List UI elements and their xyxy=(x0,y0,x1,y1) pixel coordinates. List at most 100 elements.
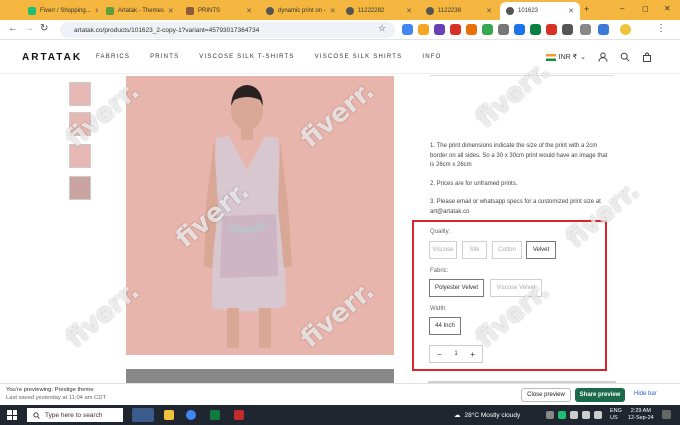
quantity-value[interactable]: 1 xyxy=(454,351,457,357)
clock[interactable]: 2:29 AM 12-Sep-24 xyxy=(628,408,654,422)
cloud-icon: ☁ xyxy=(454,412,461,419)
site-logo[interactable]: ARTATAK xyxy=(22,52,82,63)
product-thumbnail[interactable] xyxy=(69,112,91,136)
language-indicator[interactable]: ENG US xyxy=(610,408,622,422)
quality-option-viscose[interactable]: Viscose xyxy=(429,241,457,259)
weather-widget[interactable]: ☁ 28°C Mostly cloudy xyxy=(454,411,520,420)
extension-icon[interactable] xyxy=(402,24,413,35)
extension-icon[interactable] xyxy=(514,24,525,35)
sidebar-icon[interactable] xyxy=(598,24,609,35)
nav-prints[interactable]: PRINTS xyxy=(150,54,179,60)
forward-arrow-icon[interactable]: → xyxy=(24,23,34,34)
new-tab-button[interactable]: + xyxy=(584,4,589,14)
download-icon[interactable] xyxy=(580,24,591,35)
india-flag-icon xyxy=(545,53,556,61)
print-dimension-note: 1. The print dimensions indicate the siz… xyxy=(430,143,608,168)
globe-favicon-icon xyxy=(266,7,274,15)
tray-icon[interactable] xyxy=(594,411,602,419)
close-window-button[interactable]: ✕ xyxy=(664,4,671,13)
quality-option-velvet[interactable]: Velvet xyxy=(526,241,556,259)
close-icon[interactable]: ✕ xyxy=(95,7,98,15)
extension-icon[interactable] xyxy=(498,24,509,35)
close-icon[interactable]: ✕ xyxy=(246,7,252,15)
tab-dynamic-print[interactable]: dynamic print on - ✕ xyxy=(260,2,338,20)
currency-label: INR ₹ xyxy=(558,54,578,61)
width-option-44-inch[interactable]: 44 Inch xyxy=(429,317,461,335)
nav-fabrics[interactable]: FABRICS xyxy=(96,54,130,60)
user-icon[interactable] xyxy=(598,52,608,62)
extension-icon[interactable] xyxy=(530,24,541,35)
chrome-icon[interactable] xyxy=(186,410,196,420)
product-thumbnail[interactable] xyxy=(69,144,91,168)
product-thumbnail[interactable] xyxy=(69,82,91,106)
product-image[interactable] xyxy=(126,76,394,355)
share-preview-button[interactable]: Share preview xyxy=(575,388,625,402)
quality-option-silk[interactable]: Silk xyxy=(462,241,487,259)
region-text: US xyxy=(610,415,618,421)
tab-prints[interactable]: PRINTS ✕ xyxy=(180,2,258,20)
tab-fiverr[interactable]: Fiverr / Shopping... ✕ xyxy=(22,2,98,20)
profile-avatar[interactable] xyxy=(620,24,631,35)
fiverr-favicon-icon xyxy=(28,7,36,15)
fabric-option-polyester-velvet[interactable]: Polyester Velvet xyxy=(429,279,484,297)
tab-label: 11222282 xyxy=(358,8,385,14)
app-icon[interactable] xyxy=(234,410,244,420)
tray-icon[interactable] xyxy=(558,411,566,419)
address-bar[interactable]: artatak.co/products/101623_2-copy-1?vari… xyxy=(60,22,395,38)
file-explorer-icon[interactable] xyxy=(164,410,174,420)
tab-label: 1122238 xyxy=(438,8,461,14)
windows-start-icon[interactable] xyxy=(7,410,17,420)
page-favicon-icon xyxy=(186,7,194,15)
tray-icon[interactable] xyxy=(582,411,590,419)
extension-icon[interactable] xyxy=(466,24,477,35)
close-icon[interactable]: ✕ xyxy=(330,7,336,15)
quality-option-cotton[interactable]: Cotton xyxy=(492,241,522,259)
browser-toolbar: ← → ↻ artatak.co/products/101623_2-copy-… xyxy=(0,20,680,40)
back-arrow-icon[interactable]: ← xyxy=(8,23,18,34)
notification-icon[interactable] xyxy=(662,410,671,419)
app-icon[interactable] xyxy=(210,410,220,420)
reload-icon[interactable]: ↻ xyxy=(40,23,48,34)
taskbar-search-input[interactable]: Type here to search xyxy=(27,408,123,422)
globe-favicon-icon xyxy=(426,7,434,15)
close-icon[interactable]: ✕ xyxy=(486,7,492,15)
hide-bar-link[interactable]: Hide bar xyxy=(634,391,657,397)
extension-icon[interactable] xyxy=(450,24,461,35)
tray-icon[interactable] xyxy=(546,411,554,419)
close-preview-button[interactable]: Close preview xyxy=(521,388,571,402)
bag-icon[interactable] xyxy=(642,52,652,62)
browser-tab-bar: Fiverr / Shopping... ✕ Artatak - Themes … xyxy=(0,0,680,20)
tab-artatak-themes[interactable]: Artatak - Themes ✕ xyxy=(100,2,178,20)
puzzle-icon[interactable] xyxy=(562,24,573,35)
extension-icon[interactable] xyxy=(482,24,493,35)
close-icon[interactable]: ✕ xyxy=(406,7,412,15)
shopify-preview-bar: You're previewing: Prestige theme Last s… xyxy=(0,383,680,405)
minimize-button[interactable]: – xyxy=(620,4,624,13)
product-thumbnail[interactable] xyxy=(69,176,91,200)
tab-11222282[interactable]: 11222282 ✕ xyxy=(340,2,418,20)
minus-button[interactable]: − xyxy=(437,350,442,359)
maximize-button[interactable]: ◻ xyxy=(642,4,649,13)
quantity-stepper: − 1 + xyxy=(429,345,483,363)
currency-selector[interactable]: INR ₹ ⌄ xyxy=(545,53,586,61)
nav-viscose-silk-tshirts[interactable]: VISCOSE SILK T-SHIRTS xyxy=(199,54,294,60)
plus-button[interactable]: + xyxy=(470,350,475,359)
extension-icon[interactable] xyxy=(434,24,445,35)
close-icon[interactable]: ✕ xyxy=(568,7,574,15)
search-icon xyxy=(33,411,40,419)
url-text: artatak.co/products/101623_2-copy-1?vari… xyxy=(74,26,260,34)
news-widget-icon[interactable] xyxy=(132,408,154,422)
menu-kebab-icon[interactable]: ⋮ xyxy=(656,23,666,34)
nav-viscose-silk-shirts[interactable]: VISCOSE SILK SHIRTS xyxy=(315,54,403,60)
fabric-option-viscose-velvet[interactable]: Viscose Velvet xyxy=(490,279,542,297)
close-icon[interactable]: ✕ xyxy=(168,7,174,15)
search-icon[interactable] xyxy=(620,52,630,62)
extension-icon[interactable] xyxy=(418,24,429,35)
extension-icon[interactable] xyxy=(546,24,557,35)
main-nav: FABRICS PRINTS VISCOSE SILK T-SHIRTS VIS… xyxy=(96,54,441,60)
star-icon[interactable]: ☆ xyxy=(378,23,386,34)
nav-info[interactable]: INFO xyxy=(422,54,441,60)
tray-icon[interactable] xyxy=(570,411,578,419)
tab-101623[interactable]: 101623 ✕ xyxy=(500,2,580,20)
tab-1122238[interactable]: 1122238 ✕ xyxy=(420,2,498,20)
